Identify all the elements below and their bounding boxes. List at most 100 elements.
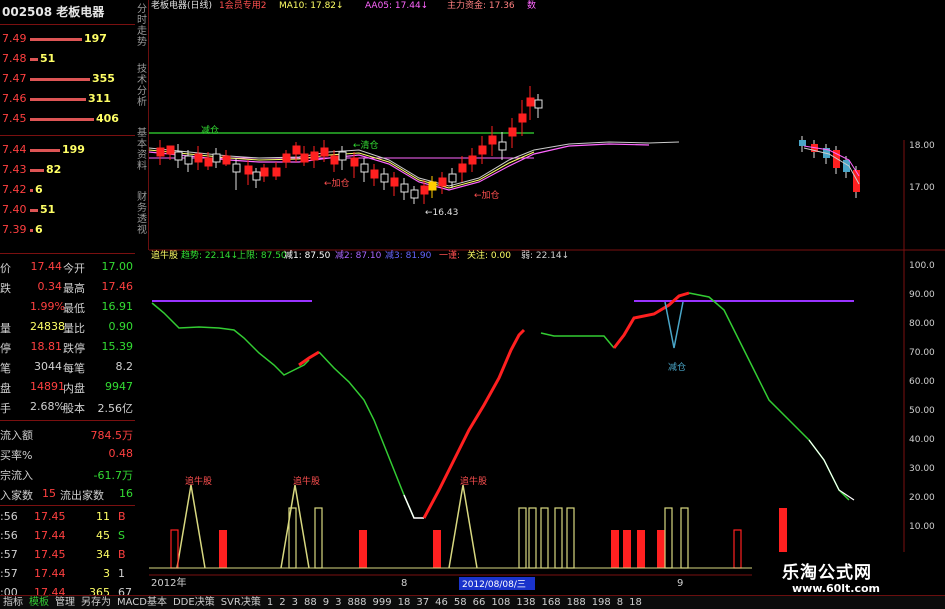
orderbook-volume: 6 <box>35 183 43 196</box>
orderbook-row[interactable]: 7.42 6 <box>0 181 135 200</box>
bottom-tab[interactable]: 198 <box>589 596 614 609</box>
fund-flow-label: 流出家数 <box>60 489 104 502</box>
orderbook-volume-bar <box>30 229 33 232</box>
orderbook-row[interactable]: 7.44 199 <box>0 141 135 160</box>
bottom-tab[interactable]: 18 <box>395 596 414 609</box>
fund-flow-row: 宗流入 -61.7万 <box>0 465 135 483</box>
bottom-tab[interactable]: 3 <box>289 596 301 609</box>
orderbook-row[interactable]: 7.45 406 <box>0 110 135 129</box>
indicator-jiancang: 减仓 <box>668 361 686 373</box>
bottom-tab[interactable]: 另存为 <box>78 596 114 609</box>
candle-body <box>184 155 193 165</box>
bottom-tab[interactable]: 2 <box>276 596 288 609</box>
orderbook-price: 7.47 <box>2 72 27 85</box>
candle-body <box>156 147 165 157</box>
candle-body <box>166 145 175 155</box>
quote-row: 1.99% 最低 16.91 <box>0 298 135 317</box>
quote-label: 今开 <box>63 262 85 275</box>
bottom-tab[interactable]: 108 <box>488 596 513 609</box>
tick-row: :00 17.44 365 67 <box>0 584 135 595</box>
orderbook-row[interactable]: 7.40 51 <box>0 201 135 220</box>
candle-body <box>438 177 447 187</box>
tick-row: :56 17.44 45 S <box>0 527 135 546</box>
divider <box>0 24 135 25</box>
candle-body <box>799 140 806 146</box>
bottom-tab[interactable]: 88 <box>301 596 320 609</box>
bottom-tab[interactable]: MACD基本 <box>114 596 170 609</box>
orderbook-row[interactable]: 7.48 51 <box>0 50 135 69</box>
quote-row: 笔 3044 每笔 8.2 <box>0 358 135 377</box>
signal-bar-red <box>623 530 631 568</box>
divider <box>0 505 135 506</box>
bottom-tab[interactable]: 58 <box>451 596 470 609</box>
bottom-tab[interactable]: DDE决策 <box>170 596 218 609</box>
candlesticks-right <box>799 136 860 198</box>
orderbook-volume: 6 <box>35 223 43 236</box>
bottom-tab[interactable]: 3 <box>332 596 344 609</box>
bottom-tab[interactable]: 管理 <box>52 596 78 609</box>
bottom-tab[interactable]: 9 <box>320 596 332 609</box>
orderbook-volume: 199 <box>62 143 85 156</box>
view-tabs: 分时走势 技术分析 基本资料 财务透视 <box>135 0 149 250</box>
bottom-tab[interactable]: 8 <box>614 596 626 609</box>
tick-price: 17.44 <box>34 567 66 580</box>
tick-time: :00 <box>0 586 18 595</box>
orderbook-volume-bar <box>30 149 60 152</box>
orderbook-row[interactable]: 7.43 82 <box>0 161 135 180</box>
bottom-tab[interactable]: 888 <box>344 596 369 609</box>
orderbook-price: 7.48 <box>2 52 27 65</box>
kline-chart[interactable]: 老板电器(日线) 1会员专用2 MA10: 17.82↓ AA05: 17.44… <box>149 0 945 595</box>
bottom-tab[interactable]: 37 <box>413 596 432 609</box>
bottom-tab[interactable]: 模板 <box>26 596 52 609</box>
bottom-tab[interactable]: 指标 <box>0 596 26 609</box>
indicator-watch: 关注: 0.00 <box>467 249 511 261</box>
bottom-tab[interactable]: SVR决策 <box>218 596 264 609</box>
tab-financial[interactable]: 财务透视 <box>136 192 148 236</box>
date-year: 2012年 <box>151 576 186 589</box>
quote-value: 3044 <box>34 360 62 373</box>
quote-row: 跌 0.34 最高 17.46 <box>0 278 135 297</box>
indicator-tick: 70.00 <box>909 348 935 358</box>
candle-body <box>498 141 507 151</box>
bottom-tab[interactable]: 46 <box>432 596 451 609</box>
bottom-tab[interactable]: 188 <box>564 596 589 609</box>
tick-volume: 34 <box>96 548 110 561</box>
candle-body <box>458 163 467 173</box>
chart-area[interactable]: 老板电器(日线) 1会员专用2 MA10: 17.82↓ AA05: 17.44… <box>149 0 945 595</box>
quote-panel: 002508 老板电器 7.49 197 7.48 51 7.47 355 7.46 311 7… <box>0 0 135 595</box>
annotation-jiacang-2: ←加仓 <box>474 189 500 201</box>
fund-flow-row: 流入额 784.5万 <box>0 425 135 443</box>
orderbook-price: 7.42 <box>2 183 27 196</box>
quote-value: 15.39 <box>101 340 134 353</box>
orderbook-volume: 197 <box>84 32 107 45</box>
tab-technical[interactable]: 技术分析 <box>136 64 148 108</box>
bull-label-3: 追牛股 <box>460 475 487 487</box>
bottom-tab[interactable]: 999 <box>370 596 395 609</box>
bottom-tab[interactable]: 1 <box>264 596 276 609</box>
quote-row: 盘 14891 内盘 9947 <box>0 378 135 397</box>
stock-code: 002508 <box>2 5 53 19</box>
indicator-reduce3: 减3: 81.90 <box>385 249 432 261</box>
tick-time: :56 <box>0 510 18 523</box>
tick-row: :57 17.45 34 B <box>0 546 135 565</box>
bottom-tab[interactable]: 168 <box>539 596 564 609</box>
orderbook-row[interactable]: 7.49 197 <box>0 30 135 49</box>
orderbook-row[interactable]: 7.39 6 <box>0 221 135 240</box>
quote-label: 最低 <box>63 302 85 315</box>
orderbook-row[interactable]: 7.46 311 <box>0 90 135 109</box>
tab-fundamental[interactable]: 基本资料 <box>136 128 148 172</box>
indicator-tick: 40.00 <box>909 435 935 445</box>
bottom-tab[interactable]: 18 <box>626 596 645 609</box>
candle-body <box>478 145 487 155</box>
quote-value: 18.81 <box>30 340 63 353</box>
candle-body <box>212 153 221 163</box>
tab-intraday[interactable]: 分时走势 <box>136 4 148 48</box>
bottom-tab[interactable]: 138 <box>513 596 538 609</box>
candle-body <box>508 127 517 137</box>
bottom-tab[interactable]: 66 <box>470 596 489 609</box>
annotation-low: ←16.43 <box>425 208 458 218</box>
orderbook-row[interactable]: 7.47 355 <box>0 70 135 89</box>
tick-row: :57 17.44 3 1 <box>0 565 135 584</box>
candle-body <box>320 147 329 157</box>
tick-price: 17.45 <box>34 548 66 561</box>
